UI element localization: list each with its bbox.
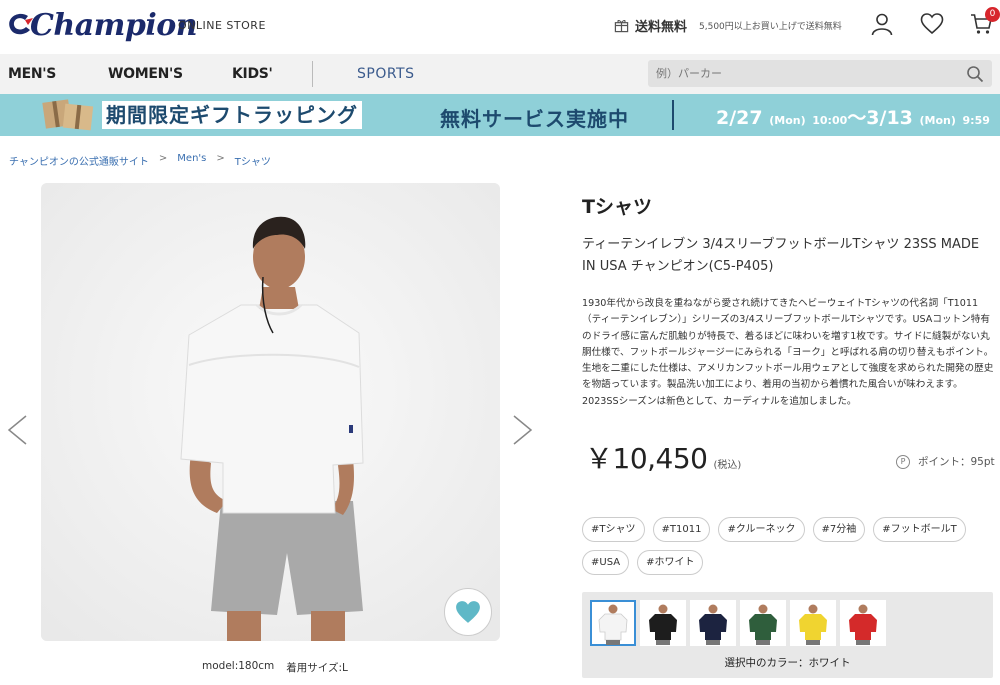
- shipping-condition: 5,500円以上お買い上げで送料無料: [699, 22, 842, 32]
- banner-title: 期間限定ギフトラッピング: [102, 101, 362, 129]
- swatch-shirt-icon: [799, 604, 827, 645]
- product-price: ￥10,450: [585, 442, 708, 475]
- tag-chip[interactable]: #T1011: [652, 517, 711, 542]
- color-swatch-green[interactable]: [740, 600, 786, 646]
- banner-time-end: 9:59: [962, 114, 990, 127]
- swatch-shirt-icon: [849, 604, 877, 645]
- product-image[interactable]: [41, 183, 500, 641]
- color-swatch-navy[interactable]: [690, 600, 736, 646]
- tag-list: #Tシャツ #T1011 #クルーネック #7分袖 #フットボールT #USA …: [582, 517, 994, 575]
- color-swatch-yellow[interactable]: [790, 600, 836, 646]
- gift-wrapping-banner[interactable]: 期間限定ギフトラッピング 無料サービス実施中 2/27 (Mon) 10:00～…: [0, 94, 1000, 136]
- swatch-shirt-icon: [649, 604, 677, 645]
- product-description: 1930年代から改良を重ねながら愛され続けてきたヘビーウェイトTシャツの代名詞「…: [582, 298, 994, 407]
- price-block: ￥10,450 (税込): [585, 437, 741, 477]
- nav-item-sports[interactable]: SPORTS: [357, 66, 415, 82]
- model-info: model:180cm 着用サイズ:L: [202, 660, 348, 675]
- tag-chip[interactable]: #フットボールT: [873, 517, 966, 542]
- tag-chip[interactable]: #USA: [582, 550, 630, 575]
- search-input[interactable]: [656, 64, 956, 83]
- tag-chip[interactable]: #7分袖: [812, 517, 866, 542]
- color-swatch-black[interactable]: [640, 600, 686, 646]
- model-size: 着用サイズ:L: [286, 662, 348, 674]
- breadcrumb-tshirt[interactable]: Tシャツ: [235, 153, 271, 168]
- product-name: ティーテンイレブン 3/4スリーブフットボールTシャツ 23SS MADE IN…: [582, 237, 980, 274]
- breadcrumb: チャンピオンの公式通販サイト > Men's > Tシャツ: [9, 153, 271, 168]
- banner-tilde: ～: [847, 107, 867, 129]
- banner-date-end-day: (Mon): [919, 114, 956, 127]
- breadcrumb-separator: >: [216, 153, 225, 164]
- breadcrumb-separator: >: [158, 153, 168, 164]
- model-photo: [41, 183, 500, 641]
- nav-item-womens[interactable]: WOMEN'S: [108, 66, 183, 82]
- heart-icon[interactable]: [920, 12, 944, 36]
- favorite-button[interactable]: [444, 588, 492, 636]
- search-box: [648, 60, 992, 87]
- color-swatch-white[interactable]: [590, 600, 636, 646]
- points-info: P ポイント：95pt: [896, 454, 995, 469]
- model-height: model:180cm: [202, 660, 275, 672]
- nav-item-mens[interactable]: MEN'S: [8, 66, 56, 82]
- swatch-shirt-icon: [749, 604, 777, 645]
- swatch-shirt-icon: [699, 604, 727, 645]
- gift-box-icon: [42, 99, 94, 131]
- banner-date-end: 3/13: [866, 107, 913, 129]
- selected-color-label: 選択中のカラー：ホワイト: [724, 657, 851, 669]
- swatch-shirt-icon: [598, 604, 628, 645]
- tag-chip[interactable]: #Tシャツ: [582, 517, 645, 542]
- banner-divider: [672, 100, 674, 130]
- point-icon: P: [896, 454, 910, 469]
- store-label: ONLINE STORE: [178, 19, 266, 32]
- shipping-free-label: 送料無料: [635, 20, 688, 35]
- nav-divider: [312, 61, 313, 87]
- main-nav: MEN'S WOMEN'S KIDS' SPORTS: [0, 54, 1000, 94]
- tag-chip[interactable]: #クルーネック: [718, 517, 805, 542]
- logo-text: Champion: [30, 8, 198, 43]
- breadcrumb-mens[interactable]: Men's: [177, 153, 206, 168]
- next-image-arrow-icon[interactable]: [512, 414, 534, 446]
- cart-count-badge: 0: [985, 7, 1000, 22]
- shipping-notice: 送料無料 5,500円以上お買い上げで送料無料: [614, 16, 842, 35]
- banner-time-start: 10:00: [812, 114, 848, 127]
- prev-image-arrow-icon[interactable]: [6, 414, 28, 446]
- color-swatch-red[interactable]: [840, 600, 886, 646]
- search-icon[interactable]: [966, 65, 984, 83]
- champion-logo[interactable]: Champion: [8, 6, 198, 46]
- banner-period: 2/27 (Mon) 10:00～3/13 (Mon) 9:59: [716, 103, 990, 130]
- heart-filled-icon: [456, 601, 480, 623]
- banner-date-start: 2/27: [716, 107, 763, 129]
- points-value: ポイント：95pt: [918, 456, 995, 468]
- tag-chip[interactable]: #ホワイト: [637, 550, 704, 575]
- nav-item-kids[interactable]: KIDS': [232, 66, 273, 82]
- product-category: Tシャツ: [582, 196, 652, 218]
- banner-free-service: 無料サービス実施中: [440, 107, 629, 131]
- tax-label: (税込): [713, 460, 742, 471]
- breadcrumb-home[interactable]: チャンピオンの公式通販サイト: [9, 153, 149, 168]
- site-header: Champion ONLINE STORE 送料無料 5,500円以上お買い上げ…: [0, 0, 1000, 54]
- banner-date-start-day: (Mon): [769, 114, 806, 127]
- gift-icon: [614, 19, 629, 33]
- color-selector: 選択中のカラー：ホワイト: [582, 592, 993, 678]
- account-icon[interactable]: [870, 12, 894, 36]
